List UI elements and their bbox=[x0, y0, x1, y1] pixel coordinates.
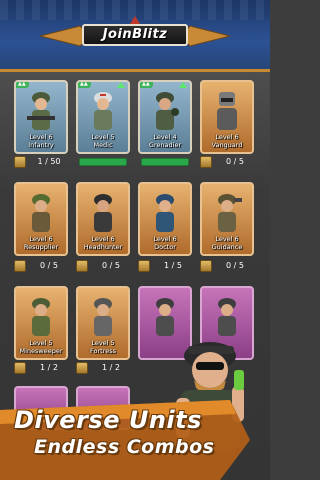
upgrade-arrow-icon bbox=[179, 82, 187, 88]
upgrade-button-medic[interactable] bbox=[79, 158, 127, 166]
fortress-soldier-icon bbox=[94, 298, 112, 336]
unit-label: Level 6 Headhunter bbox=[83, 235, 123, 251]
unit-progress-guidance: 0 / 5 bbox=[200, 260, 254, 272]
unit-card-icon bbox=[14, 156, 26, 168]
unit-label: Level 6 Resupplier bbox=[23, 235, 59, 251]
header: JoinBlitz bbox=[0, 0, 270, 72]
guidance-soldier-icon bbox=[218, 194, 242, 232]
unit-label: Level 5 Fortress bbox=[89, 339, 116, 355]
banner-subtitle: Endless Combos bbox=[34, 436, 215, 458]
unit-label: Level 6 Vanguard bbox=[211, 133, 243, 149]
unit-progress-headhunter: 0 / 5 bbox=[76, 260, 130, 272]
unit-label: Level 4 Grenadier bbox=[148, 133, 182, 149]
upgrade-button-grenadier[interactable] bbox=[141, 158, 189, 166]
unit-card-guidance[interactable]: Level 6 Guidance bbox=[200, 182, 254, 256]
unit-card-icon bbox=[76, 362, 88, 374]
unit-label: Level 6 Doctor bbox=[153, 235, 177, 251]
unit-badge: ▲▲ bbox=[140, 82, 153, 88]
minesweeper-soldier-icon bbox=[32, 298, 50, 336]
unit-card-grenadier[interactable]: ▲▲ Level 4 Grenadier bbox=[138, 80, 192, 154]
unit-badge: ▲▲ bbox=[78, 82, 91, 88]
unit-label: Level 6 Guidance bbox=[211, 235, 243, 251]
game-logo: JoinBlitz bbox=[40, 12, 230, 58]
unit-progress-minesweeper: 1 / 2 bbox=[14, 362, 68, 374]
unit-card-icon bbox=[200, 156, 212, 168]
resupplier-soldier-icon bbox=[32, 194, 50, 232]
doctor-soldier-icon bbox=[156, 194, 174, 232]
unit-card-icon bbox=[138, 260, 150, 272]
unit-badge: ▲▲ bbox=[16, 82, 29, 88]
unit-card-vanguard[interactable]: Level 6 Vanguard bbox=[200, 80, 254, 154]
unit-progress-vanguard: 0 / 5 bbox=[200, 156, 254, 168]
unit-card-icon bbox=[76, 260, 88, 272]
unit-card-icon bbox=[14, 260, 26, 272]
vanguard-soldier-icon bbox=[217, 92, 237, 130]
unit-card-minesweeper[interactable]: Level 5 Minesweeper bbox=[14, 286, 68, 360]
unit-card-headhunter[interactable]: Level 6 Headhunter bbox=[76, 182, 130, 256]
unit-card-infantry[interactable]: ▲▲ Level 6 Infantry bbox=[14, 80, 68, 154]
unit-card-icon bbox=[14, 362, 26, 374]
unit-progress-fortress: 1 / 2 bbox=[76, 362, 130, 374]
unit-card-doctor[interactable]: Level 6 Doctor bbox=[138, 182, 192, 256]
logo-text: JoinBlitz bbox=[82, 24, 188, 46]
unit-progress-infantry: 1 / 50 bbox=[14, 156, 68, 168]
unit-label: Level 5 Minesweeper bbox=[19, 339, 63, 355]
game-screen: JoinBlitz ▲▲ Level 6 Infantry 1 / 50 ▲▲ … bbox=[0, 0, 270, 480]
banner-title: Diverse Units bbox=[14, 406, 202, 434]
medic-soldier-icon bbox=[94, 92, 112, 130]
grenadier-soldier-icon bbox=[156, 92, 179, 130]
unit-progress-resupplier: 0 / 5 bbox=[14, 260, 68, 272]
unit-progress-doctor: 1 / 5 bbox=[138, 260, 192, 272]
unit-card-icon bbox=[200, 260, 212, 272]
unit-card-medic[interactable]: ▲▲ Level 5 Medic bbox=[76, 80, 130, 154]
unit-card-resupplier[interactable]: Level 6 Resupplier bbox=[14, 182, 68, 256]
infantry-soldier-icon bbox=[27, 92, 55, 130]
headhunter-soldier-icon bbox=[94, 194, 112, 232]
upgrade-arrow-icon bbox=[117, 82, 125, 88]
unit-label: Level 6 Infantry bbox=[28, 133, 54, 149]
unit-card-fortress[interactable]: Level 5 Fortress bbox=[76, 286, 130, 360]
unit-label: Level 5 Medic bbox=[91, 133, 115, 149]
